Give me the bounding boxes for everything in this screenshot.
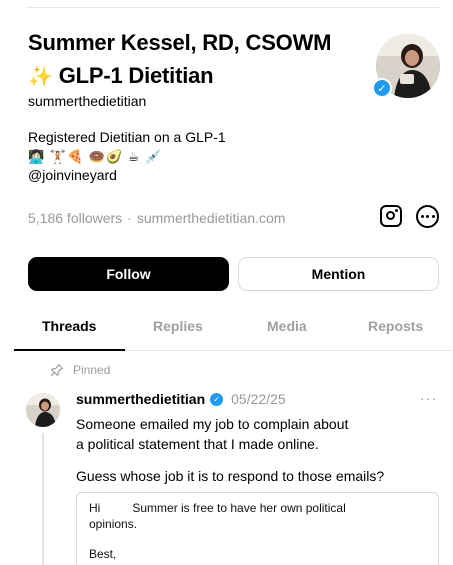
post-author-name[interactable]: summerthedietitian (76, 391, 205, 407)
tab-threads[interactable]: Threads (42, 318, 96, 334)
profile-bio: Registered Dietitian on a GLP-1 👩🏻‍💻 🏋🏻🍕… (28, 128, 226, 185)
pin-icon (50, 363, 64, 377)
mention-button[interactable]: Mention (238, 257, 439, 291)
thread-connector-line (42, 433, 44, 565)
verified-icon: ✓ (210, 392, 224, 406)
tab-media[interactable]: Media (267, 318, 307, 334)
profile-tabs: Threads Replies Media Reposts (0, 314, 453, 352)
post-line: Someone emailed my job to complain about (76, 416, 349, 432)
profile-username: summerthedietitian (28, 93, 147, 109)
follow-button[interactable]: Follow (28, 257, 229, 291)
post-date: 05/22/25 (231, 391, 286, 407)
website-link[interactable]: summerthedietitian.com (137, 210, 286, 226)
post-line: Guess whose job it is to respond to thos… (76, 468, 385, 484)
quote-greeting: Hi (89, 501, 101, 515)
sparkles-icon: ✨ (28, 66, 53, 88)
bio-emojis: 👩🏻‍💻 🏋🏻🍕 🍩🥑 ☕ 💉 (28, 149, 163, 164)
pinned-label: Pinned (73, 363, 111, 377)
tab-replies[interactable]: Replies (153, 318, 203, 334)
post-text: Someone emailed my job to complain about… (76, 414, 441, 486)
verified-badge-icon: ✓ (372, 78, 392, 98)
post-line: a political statement that I made online… (76, 436, 319, 452)
post-more-icon[interactable]: ··· (420, 390, 437, 406)
post-header: summerthedietitian ✓ 05/22/25 (76, 391, 286, 407)
instagram-icon[interactable] (380, 205, 402, 227)
quote-line: Summer is free to have her own political (132, 501, 346, 515)
top-divider (26, 7, 439, 8)
quote-line: opinions. (89, 517, 138, 531)
profile-name-line2: GLP-1 Dietitian (58, 63, 214, 88)
bio-line: Registered Dietitian on a GLP-1 (28, 129, 226, 145)
active-tab-indicator (14, 349, 125, 351)
quoted-email-card[interactable]: Hi Summer is free to have her own politic… (76, 492, 439, 565)
meta-separator: · (127, 210, 132, 226)
profile-meta: 5,186 followers · summerthedietitian.com (28, 210, 285, 226)
more-options-icon[interactable] (416, 205, 439, 228)
tab-reposts[interactable]: Reposts (368, 318, 423, 334)
profile-name-line1: Summer Kessel, RD, CSOWM (28, 30, 332, 55)
post-author-avatar[interactable] (26, 393, 60, 427)
bio-mention-link[interactable]: @joinvineyard (28, 166, 226, 185)
followers-count[interactable]: 5,186 followers (28, 210, 122, 226)
pinned-indicator: Pinned (50, 363, 110, 377)
profile-name: Summer Kessel, RD, CSOWM ✨ GLP-1 Dietitia… (28, 26, 358, 94)
quote-signoff: Best, (89, 547, 117, 561)
